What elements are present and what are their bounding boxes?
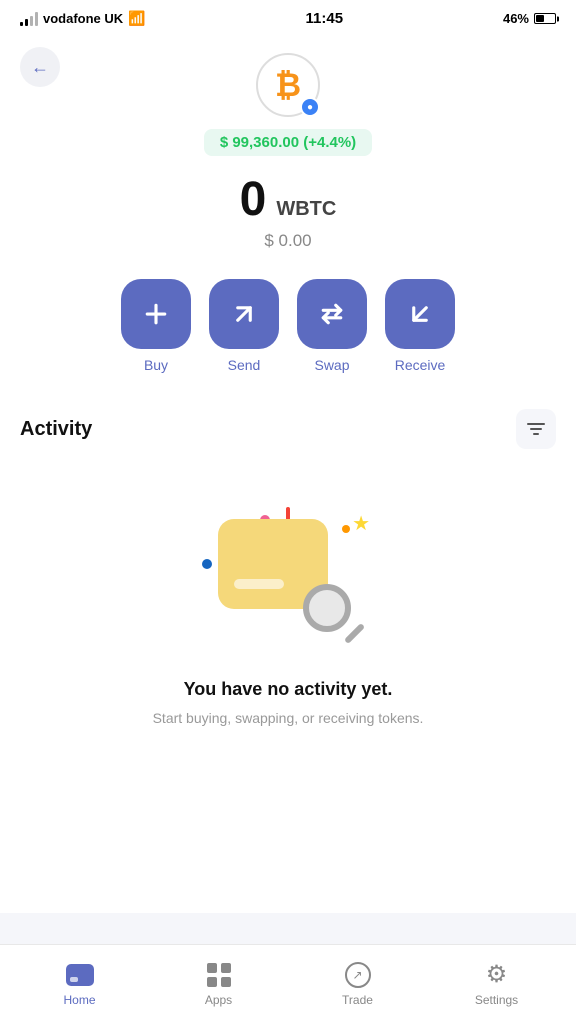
bitcoin-symbol: ₿ [275, 67, 301, 104]
nav-trade-label: Trade [342, 993, 373, 1007]
token-section: ₿ ● $ 99,360.00 (+4.4%) 0 WBTC $ 0.00 Bu… [0, 33, 576, 409]
activity-header: Activity [20, 409, 556, 449]
nav-trade[interactable]: ↗ Trade [288, 953, 427, 1007]
action-buttons: Buy Send [121, 279, 455, 373]
nav-home[interactable]: Home [10, 953, 149, 1007]
status-bar: vodafone UK 📶 11:45 46% [0, 0, 576, 33]
settings-icon: ⚙ [483, 961, 511, 989]
gear-icon: ⚙ [486, 960, 508, 989]
balance-amount: 0 [240, 172, 267, 227]
empty-subtitle: Start buying, swapping, or receiving tok… [153, 708, 424, 729]
nav-settings[interactable]: ⚙ Settings [427, 953, 566, 1007]
battery-percent: 46% [503, 11, 529, 26]
swap-label: Swap [314, 357, 349, 373]
send-button-wrap[interactable]: Send [209, 279, 279, 373]
send-label: Send [228, 357, 261, 373]
receive-button[interactable] [385, 279, 455, 349]
empty-illustration: ★ [198, 499, 378, 659]
home-icon [66, 961, 94, 989]
nav-apps-label: Apps [205, 993, 232, 1007]
wallet-stripe [234, 579, 284, 589]
buy-button[interactable] [121, 279, 191, 349]
status-time: 11:45 [306, 10, 344, 27]
bottom-nav: Home Apps ↗ Trade ⚙ Settings [0, 944, 576, 1024]
receive-arrow-icon [405, 299, 435, 329]
filter-icon [527, 423, 545, 435]
status-left: vodafone UK 📶 [20, 10, 146, 27]
wifi-icon: 📶 [128, 10, 145, 27]
apps-icon [205, 961, 233, 989]
nav-apps[interactable]: Apps [149, 953, 288, 1007]
balance-row: 0 WBTC [240, 172, 337, 227]
swap-icon [317, 299, 347, 329]
swap-button[interactable] [297, 279, 367, 349]
trade-arrow-icon: ↗ [352, 968, 362, 982]
back-arrow-icon: ← [31, 57, 49, 78]
buy-button-wrap[interactable]: Buy [121, 279, 191, 373]
activity-section: Activity ★ [0, 409, 576, 769]
balance-usd: $ 0.00 [264, 231, 311, 251]
signal-icon [20, 12, 38, 26]
dot-blue [202, 559, 212, 569]
star-icon: ★ [352, 511, 370, 536]
token-badge: ● [300, 97, 320, 117]
carrier-label: vodafone UK [43, 11, 123, 26]
token-icon-wrap: ₿ ● [256, 53, 320, 117]
activity-title: Activity [20, 418, 92, 441]
swap-button-wrap[interactable]: Swap [297, 279, 367, 373]
nav-settings-label: Settings [475, 993, 518, 1007]
dot-orange [342, 525, 350, 533]
magnifier-icon [303, 584, 368, 649]
send-arrow-icon [229, 299, 259, 329]
receive-label: Receive [395, 357, 446, 373]
empty-title: You have no activity yet. [184, 679, 393, 700]
empty-activity: ★ You have no activity yet. Start buying… [20, 479, 556, 769]
battery-icon [534, 13, 556, 24]
plus-icon [141, 299, 171, 329]
trade-icon: ↗ [344, 961, 372, 989]
buy-label: Buy [144, 357, 168, 373]
nav-home-label: Home [63, 993, 95, 1007]
back-button[interactable]: ← [20, 47, 60, 87]
filter-button[interactable] [516, 409, 556, 449]
balance-symbol: WBTC [276, 198, 336, 221]
status-right: 46% [503, 11, 556, 26]
send-button[interactable] [209, 279, 279, 349]
price-badge: $ 99,360.00 (+4.4%) [204, 129, 372, 156]
main-content: ← ₿ ● $ 99,360.00 (+4.4%) 0 WBTC $ 0.00 [0, 33, 576, 913]
receive-button-wrap[interactable]: Receive [385, 279, 455, 373]
